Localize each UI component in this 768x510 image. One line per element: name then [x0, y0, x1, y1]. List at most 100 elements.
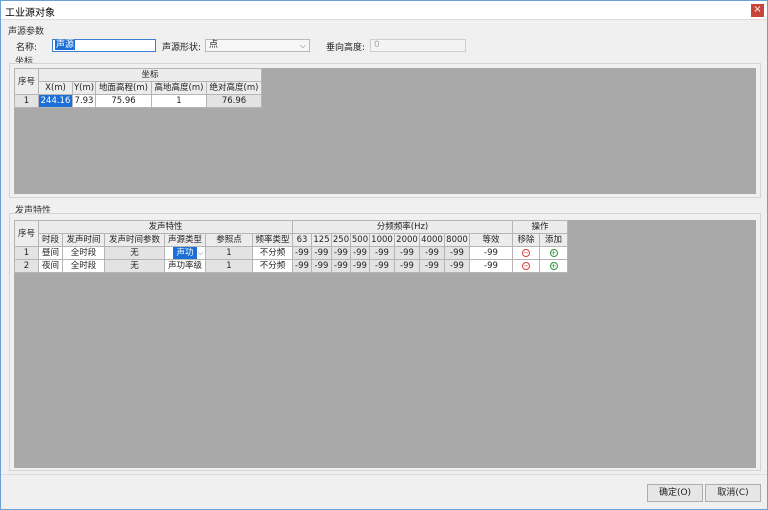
coords-cell-abs-height: 76.96 — [206, 94, 262, 108]
coords-header-x: X(m) — [38, 81, 73, 95]
emission-cell-f250: -99 — [331, 246, 351, 260]
emission-cell-index: 2 — [14, 259, 39, 273]
window-title: 工业源对象 — [5, 8, 55, 19]
emission-cell-f63: -99 — [292, 259, 312, 273]
emission-cell-f4000: -99 — [419, 259, 445, 273]
coords-cell-y[interactable]: 7.93 — [72, 94, 96, 108]
emission-header-f125: 125 — [311, 233, 332, 247]
emission-cell-f1000: -99 — [369, 246, 395, 260]
table-row: 1 244.16 7.93 75.96 1 76.96 — [14, 94, 262, 108]
emission-header-equiv: 等效 — [469, 233, 513, 247]
emission-cell-ref-point[interactable]: 1 — [205, 246, 253, 260]
emission-cell-ref-point[interactable]: 1 — [205, 259, 253, 273]
close-button[interactable]: × — [751, 4, 764, 17]
table-row: 1 昼间 全时段 无 声功 ⌵ 1 不分频 -99 -99 -99 -99 -99… — [14, 246, 568, 260]
emission-cell-equiv[interactable]: -99 — [469, 246, 513, 260]
height-input[interactable]: 0 — [370, 39, 466, 52]
emission-header-add: 添加 — [539, 233, 568, 247]
add-icon: + — [549, 261, 558, 270]
coords-header-rel-height: 高地高度(m) — [151, 81, 207, 95]
dialog-window: 工业源对象 × 声源参数 名称: 声源 声源形状: 点 ⌵ 垂向高度: 0 坐标… — [0, 0, 768, 510]
remove-icon: − — [522, 248, 530, 257]
add-row-button[interactable]: + — [539, 246, 568, 260]
title-bar: 工业源对象 × — [1, 1, 767, 20]
emission-cell-index: 1 — [14, 246, 39, 260]
add-icon: + — [549, 248, 558, 257]
emission-cell-equiv[interactable]: -99 — [469, 259, 513, 273]
emission-header-period: 时段 — [38, 233, 63, 247]
emission-header-f4000: 4000 — [419, 233, 445, 247]
emission-cell-f63: -99 — [292, 246, 312, 260]
emission-header-f1000: 1000 — [369, 233, 395, 247]
ok-button[interactable]: 确定(O) — [647, 484, 703, 502]
add-row-button[interactable]: + — [539, 259, 568, 273]
emission-cell-time[interactable]: 全时段 — [62, 246, 105, 260]
emission-cell-f1000: -99 — [369, 259, 395, 273]
emission-cell-source-type[interactable]: 声功率级 — [164, 259, 206, 273]
emission-header-freq-type: 频率类型 — [252, 233, 293, 247]
chevron-down-icon: ⌵ — [197, 249, 203, 257]
remove-row-button[interactable]: − — [512, 246, 540, 260]
emission-header-ref-point: 参照点 — [205, 233, 253, 247]
emission-cell-time[interactable]: 全时段 — [62, 259, 105, 273]
emission-header-f2000: 2000 — [394, 233, 420, 247]
emission-table: 序号 发声特性 分频频率(Hz) 操作 时段 发声时间 发声时间参数 声源类型 … — [14, 220, 568, 273]
emission-cell-time-param: 无 — [104, 259, 165, 273]
table-row: 2 夜间 全时段 无 声功率级 1 不分频 -99 -99 -99 -99 -9… — [14, 259, 568, 273]
emission-grid: 序号 发声特性 分频频率(Hz) 操作 时段 发声时间 发声时间参数 声源类型 … — [14, 220, 756, 468]
coords-cell-index: 1 — [14, 94, 39, 108]
coords-header-group: 坐标 — [38, 68, 262, 82]
emission-cell-f500: -99 — [350, 246, 370, 260]
coords-cell-rel-height[interactable]: 1 — [151, 94, 207, 108]
emission-header-time-param: 发声时间参数 — [104, 233, 165, 247]
coords-groupbox: 序号 坐标 X(m) Y(m) 地面高程(m) 高地高度(m) 绝对高度(m) … — [9, 63, 761, 198]
footer-divider — [1, 474, 767, 475]
shape-select[interactable]: 点 ⌵ — [205, 39, 310, 52]
emission-cell-freq-type[interactable]: 不分频 — [252, 259, 293, 273]
emission-header-remove: 移除 — [512, 233, 540, 247]
emission-header-freq: 分频频率(Hz) — [292, 220, 513, 234]
emission-groupbox: 序号 发声特性 分频频率(Hz) 操作 时段 发声时间 发声时间参数 声源类型 … — [9, 213, 761, 471]
emission-header-f8000: 8000 — [444, 233, 470, 247]
emission-cell-f2000: -99 — [394, 246, 420, 260]
emission-header-index: 序号 — [14, 220, 39, 247]
coords-header-y: Y(m) — [72, 81, 96, 95]
emission-cell-f500: -99 — [350, 259, 370, 273]
emission-cell-f2000: -99 — [394, 259, 420, 273]
height-label: 垂向高度: — [326, 43, 366, 53]
coords-cell-ground[interactable]: 75.96 — [95, 94, 152, 108]
coords-table: 序号 坐标 X(m) Y(m) 地面高程(m) 高地高度(m) 绝对高度(m) … — [14, 68, 262, 108]
emission-cell-f4000: -99 — [419, 246, 445, 260]
cancel-button[interactable]: 取消(C) — [705, 484, 761, 502]
emission-header-char: 发声特性 — [38, 220, 293, 234]
emission-header-f250: 250 — [331, 233, 351, 247]
remove-row-button[interactable]: − — [512, 259, 540, 273]
emission-header-ops: 操作 — [512, 220, 568, 234]
emission-cell-f8000: -99 — [444, 259, 470, 273]
shape-label: 声源形状: — [162, 43, 202, 53]
source-type-value: 声功 — [173, 247, 197, 259]
coords-cell-x[interactable]: 244.16 — [38, 94, 73, 108]
emission-cell-f8000: -99 — [444, 246, 470, 260]
emission-cell-f125: -99 — [311, 259, 332, 273]
emission-header-time: 发声时间 — [62, 233, 105, 247]
emission-cell-time-param: 无 — [104, 246, 165, 260]
emission-header-f500: 500 — [350, 233, 370, 247]
name-input[interactable]: 声源 — [52, 39, 156, 52]
emission-cell-f250: -99 — [331, 259, 351, 273]
emission-header-f63: 63 — [292, 233, 312, 247]
emission-cell-period: 夜间 — [38, 259, 63, 273]
coords-header-abs-height: 绝对高度(m) — [206, 81, 262, 95]
name-value: 声源 — [55, 40, 76, 50]
remove-icon: − — [522, 261, 530, 270]
emission-cell-freq-type[interactable]: 不分频 — [252, 246, 293, 260]
name-label: 名称: — [16, 43, 38, 53]
source-type-select[interactable]: 声功 ⌵ — [164, 246, 206, 260]
params-section-title: 声源参数 — [8, 27, 45, 37]
emission-cell-period: 昼间 — [38, 246, 63, 260]
shape-value: 点 — [209, 40, 219, 50]
emission-cell-f125: -99 — [311, 246, 332, 260]
coords-header-index: 序号 — [14, 68, 39, 95]
chevron-down-icon: ⌵ — [299, 41, 306, 50]
coords-grid: 序号 坐标 X(m) Y(m) 地面高程(m) 高地高度(m) 绝对高度(m) … — [14, 68, 756, 194]
